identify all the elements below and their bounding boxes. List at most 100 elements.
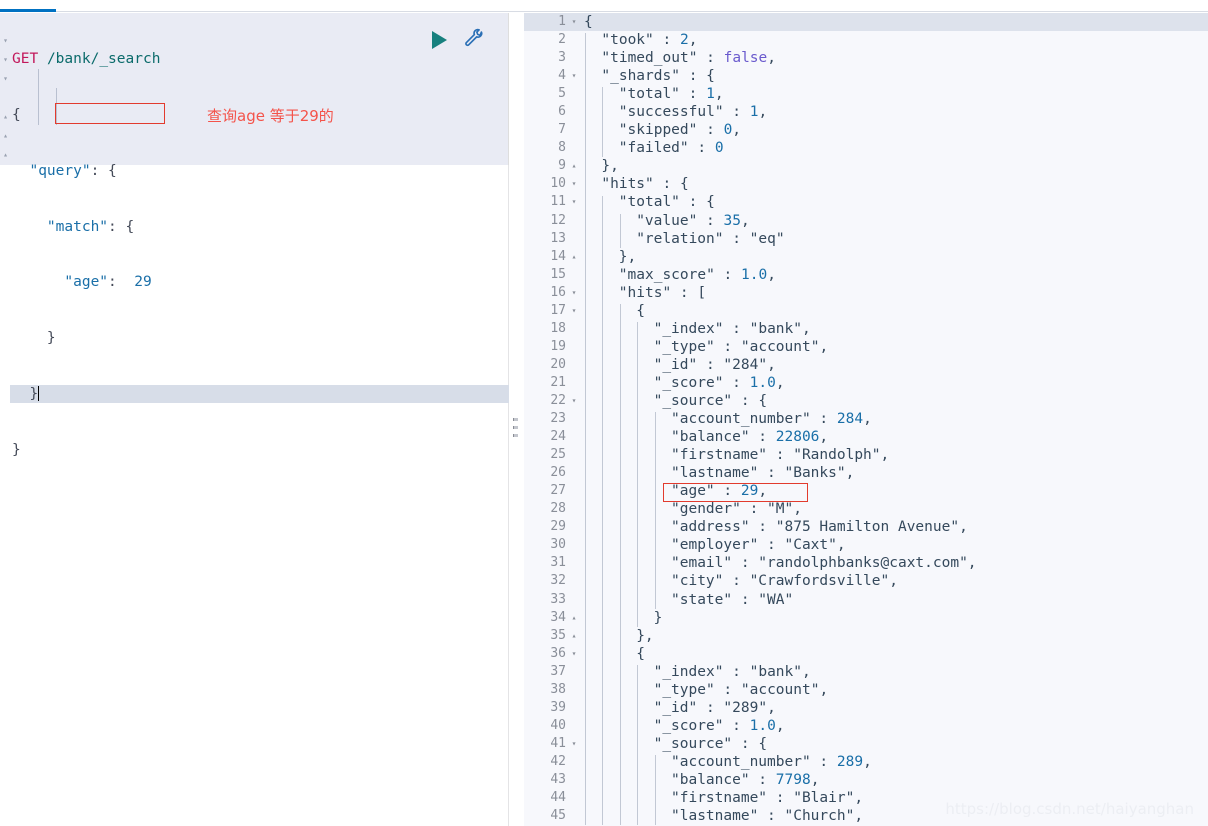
fold-toggle-line6[interactable]: ▴ <box>1 108 10 126</box>
fold-toggle[interactable]: ▾ <box>569 193 579 211</box>
code-line-6[interactable]: } <box>10 329 509 348</box>
code-line-4[interactable]: "match": { <box>10 218 509 237</box>
fold-toggle-line4[interactable]: ▾ <box>1 70 10 88</box>
line-text: "account_number" : 284, <box>671 411 872 428</box>
wrench-icon[interactable] <box>464 28 486 54</box>
fold-toggle[interactable]: ▴ <box>569 248 579 266</box>
fold-toggle[interactable]: ▾ <box>569 645 579 663</box>
response-line[interactable]: 33 "state" : "WA" <box>524 591 1208 609</box>
response-line[interactable]: 38 "_type" : "account", <box>524 681 1208 699</box>
response-line[interactable]: 39 "_id" : "289", <box>524 699 1208 717</box>
line-number: 31 <box>550 555 566 571</box>
response-line[interactable]: 43 "balance" : 7798, <box>524 771 1208 789</box>
line-text: } <box>653 609 663 626</box>
response-line[interactable]: 18 "_index" : "bank", <box>524 320 1208 338</box>
fold-toggle-line8[interactable]: ▴ <box>1 146 10 164</box>
fold-toggle[interactable]: ▾ <box>569 392 579 410</box>
response-line[interactable]: 41 ▾ "_source" : { <box>524 735 1208 753</box>
line-number: 20 <box>550 356 566 372</box>
response-line[interactable]: 21 "_score" : 1.0, <box>524 374 1208 392</box>
line-text: "gender" : "M", <box>671 501 802 518</box>
fold-toggle[interactable]: ▾ <box>569 67 579 85</box>
code-line-3[interactable]: "query": { <box>10 162 509 181</box>
request-pane: ▾ ▾ ▾ ▴ ▴ ▴ GET /bank/_search { "query":… <box>0 13 509 826</box>
line-text: "max_score" : 1.0, <box>618 266 776 283</box>
code-line-8[interactable]: } <box>10 441 509 460</box>
response-line[interactable]: 6 "successful" : 1, <box>524 103 1208 121</box>
response-line[interactable]: 16 ▾ "hits" : [ <box>524 284 1208 302</box>
line-text: "hits" : [ <box>618 284 707 301</box>
response-line[interactable]: 22 ▾ "_source" : { <box>524 392 1208 410</box>
fold-toggle[interactable]: ▾ <box>569 175 579 193</box>
indent-guide <box>637 664 639 826</box>
response-line[interactable]: 1 ▾ { <box>524 13 1208 32</box>
response-line[interactable]: 28 "gender" : "M", <box>524 500 1208 518</box>
indent-guide <box>637 321 639 627</box>
line-number: 27 <box>550 483 566 499</box>
line-text: "_source" : { <box>653 392 768 409</box>
response-line[interactable]: 14 ▴}, <box>524 248 1208 266</box>
response-line[interactable]: 25 "firstname" : "Randolph", <box>524 446 1208 464</box>
response-line[interactable]: 17 ▾ { <box>524 302 1208 320</box>
line-number: 43 <box>550 771 566 787</box>
response-line[interactable]: 8 "failed" : 0 <box>524 139 1208 157</box>
response-line[interactable]: 2 "took" : 2, <box>524 31 1208 49</box>
indent-guide <box>654 755 656 826</box>
code-line-7[interactable]: } <box>10 384 509 404</box>
response-line[interactable]: 20 "_id" : "284", <box>524 356 1208 374</box>
response-line[interactable]: 13 "relation" : "eq" <box>524 230 1208 248</box>
response-line[interactable]: 34 ▴} <box>524 609 1208 627</box>
response-line[interactable]: 40 "_score" : 1.0, <box>524 717 1208 735</box>
fold-toggle-line7[interactable]: ▴ <box>1 127 10 145</box>
line-number: 28 <box>550 501 566 517</box>
response-line[interactable]: 42 "account_number" : 289, <box>524 753 1208 771</box>
response-line[interactable]: 30 "employer" : "Caxt", <box>524 536 1208 554</box>
line-number: 25 <box>550 447 566 463</box>
response-line[interactable]: 31 "email" : "randolphbanks@caxt.com", <box>524 554 1208 572</box>
pane-resizer[interactable] <box>510 13 522 826</box>
response-line[interactable]: 15 "max_score" : 1.0, <box>524 266 1208 284</box>
fold-toggle-line2[interactable]: ▾ <box>1 32 10 50</box>
response-line[interactable]: 27 "age" : 29, <box>524 482 1208 500</box>
response-line[interactable]: 35 ▴}, <box>524 627 1208 645</box>
line-text: "total" : { <box>618 194 715 211</box>
fold-toggle[interactable]: ▾ <box>569 284 579 302</box>
play-icon[interactable] <box>432 31 447 49</box>
response-line[interactable]: 5 "total" : 1, <box>524 85 1208 103</box>
response-line[interactable]: 23 "account_number" : 284, <box>524 410 1208 428</box>
fold-toggle[interactable]: ▾ <box>569 302 579 320</box>
code-line-5[interactable]: "age": 29 <box>10 273 509 292</box>
fold-toggle-line3[interactable]: ▾ <box>1 51 10 69</box>
response-pane[interactable]: 1 ▾{2 "took" : 2, 3 "timed_out" : false, 4 ▾ "_… <box>524 13 1208 826</box>
response-line[interactable]: 12 "value" : 35, <box>524 212 1208 230</box>
fold-toggle[interactable]: ▾ <box>569 735 579 753</box>
response-line[interactable]: 7 "skipped" : 0, <box>524 121 1208 139</box>
response-line[interactable]: 32 "city" : "Crawfordsville", <box>524 572 1208 590</box>
response-line[interactable]: 37 "_index" : "bank", <box>524 663 1208 681</box>
response-line[interactable]: 26 "lastname" : "Banks", <box>524 464 1208 482</box>
line-text: "city" : "Crawfordsville", <box>671 573 898 590</box>
response-line[interactable]: 24 "balance" : 22806, <box>524 428 1208 446</box>
response-line[interactable]: 9 ▴}, <box>524 157 1208 175</box>
response-line[interactable]: 3 "timed_out" : false, <box>524 49 1208 67</box>
resizer-grip-icon[interactable] <box>513 418 518 440</box>
line-number: 3 <box>558 50 566 66</box>
line-text: "employer" : "Caxt", <box>671 537 846 554</box>
response-line[interactable]: 11 ▾ "total" : { <box>524 193 1208 211</box>
fold-toggle[interactable]: ▾ <box>569 13 579 31</box>
response-line[interactable]: 29 "address" : "875 Hamilton Avenue", <box>524 518 1208 536</box>
fold-toggle[interactable]: ▴ <box>569 609 579 627</box>
response-line[interactable]: 36 ▾ { <box>524 645 1208 663</box>
response-line[interactable]: 10 ▾ "hits" : { <box>524 175 1208 193</box>
request-code[interactable]: GET /bank/_search { "query": { "match": … <box>10 13 509 496</box>
tab-console-indicator[interactable] <box>0 9 56 12</box>
line-number: 30 <box>550 537 566 553</box>
response-line[interactable]: 19 "_type" : "account", <box>524 338 1208 356</box>
response-line[interactable]: 4 ▾ "_shards" : { <box>524 67 1208 85</box>
response-code[interactable]: 1 ▾{2 "took" : 2, 3 "timed_out" : false, 4 ▾ "_… <box>524 13 1208 825</box>
line-number: 38 <box>550 681 566 697</box>
fold-toggle[interactable]: ▴ <box>569 157 579 175</box>
fold-toggle[interactable]: ▴ <box>569 627 579 645</box>
line-number: 11 <box>550 194 566 210</box>
line-number: 45 <box>550 808 566 824</box>
